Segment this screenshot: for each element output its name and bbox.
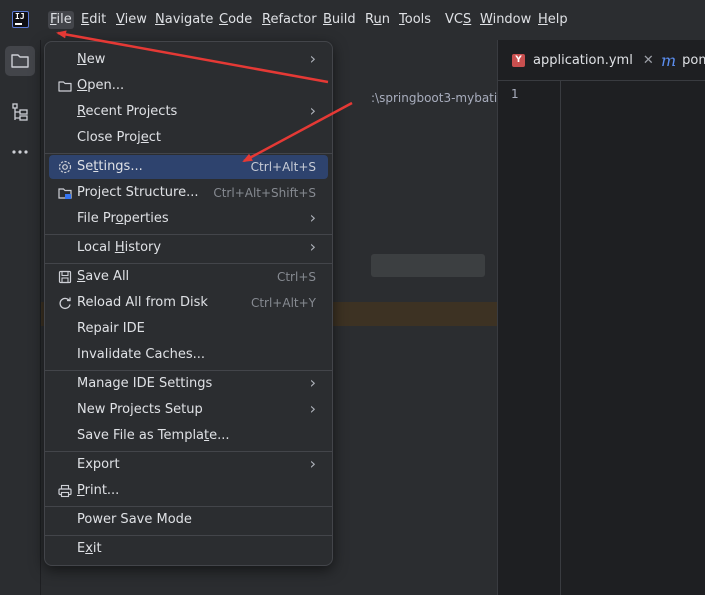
menu-item-print[interactable]: Print... — [49, 479, 328, 503]
menu-help[interactable]: Help — [538, 11, 568, 29]
menu-item-label: Reload All from Disk — [77, 295, 208, 310]
menu-item-exit[interactable]: Exit — [49, 537, 328, 561]
editor-gutter-divider — [560, 81, 561, 595]
menu-run[interactable]: Run — [365, 11, 390, 29]
menu-separator — [45, 370, 332, 371]
editor-tab-bar: Y application.yml ✕ m pom — [497, 40, 705, 81]
chevron-right-icon: › — [309, 237, 316, 256]
more-horizontal-icon — [12, 150, 28, 154]
folder-icon — [58, 81, 72, 92]
menu-item-label: Exit — [77, 541, 102, 556]
menu-separator — [45, 451, 332, 452]
menu-separator — [45, 506, 332, 507]
chevron-right-icon: › — [309, 101, 316, 120]
menu-navigate[interactable]: Navigate — [155, 11, 213, 29]
menu-item-project-structure[interactable]: Project Structure... Ctrl+Alt+Shift+S — [49, 181, 328, 205]
menu-item-shortcut: Ctrl+S — [276, 270, 316, 284]
project-tree-row[interactable] — [371, 254, 485, 277]
tab-application-yml[interactable]: Y application.yml ✕ — [512, 40, 654, 81]
chevron-right-icon: › — [309, 454, 316, 473]
chevron-right-icon: › — [309, 49, 316, 68]
tab-label: application.yml — [533, 53, 633, 68]
menu-separator — [45, 234, 332, 235]
chevron-right-icon: › — [309, 373, 316, 392]
menu-view[interactable]: View — [116, 11, 147, 29]
folder-icon — [11, 54, 29, 68]
menu-file[interactable]: File — [48, 11, 74, 29]
menu-item-reload-all-from-disk[interactable]: Reload All from Disk Ctrl+Alt+Y — [49, 291, 328, 315]
reload-icon — [59, 297, 71, 310]
menu-item-label: Repair IDE — [77, 321, 145, 336]
menu-item-close-project[interactable]: Close Project — [49, 126, 328, 150]
menu-item-label: New — [77, 52, 106, 67]
close-icon[interactable]: ✕ — [643, 53, 654, 68]
menu-item-label: Settings... — [77, 159, 143, 174]
line-number: 1 — [511, 87, 519, 101]
menu-item-settings[interactable]: Settings... Ctrl+Alt+S — [49, 155, 328, 179]
menu-item-label: Open... — [77, 78, 125, 93]
menu-item-shortcut: Ctrl+Alt+Y — [250, 296, 316, 310]
menu-item-power-save-mode[interactable]: Power Save Mode — [49, 508, 328, 532]
yaml-file-icon: Y — [512, 54, 525, 67]
menu-item-manage-ide-settings[interactable]: Manage IDE Settings › — [49, 372, 328, 396]
menu-item-file-properties[interactable]: File Properties › — [49, 207, 328, 231]
tab-pom[interactable]: m pom — [661, 40, 705, 81]
more-tools-button[interactable] — [5, 137, 35, 167]
menu-item-label: Local History — [77, 240, 162, 255]
menu-refactor[interactable]: Refactor — [262, 11, 317, 29]
menu-item-export[interactable]: Export › — [49, 453, 328, 477]
menu-separator — [45, 263, 332, 264]
menu-item-label: Export — [77, 457, 120, 472]
chevron-right-icon: › — [309, 208, 316, 227]
menu-item-save-file-as-template[interactable]: Save File as Template... — [49, 424, 328, 448]
menu-tools[interactable]: Tools — [399, 11, 431, 29]
structure-tool-button[interactable] — [5, 97, 35, 127]
menu-window[interactable]: Window — [480, 11, 531, 29]
save-icon — [58, 270, 72, 284]
code-editor[interactable] — [497, 81, 705, 595]
menu-item-open[interactable]: Open... — [49, 74, 328, 98]
tab-label: pom — [682, 53, 705, 68]
menu-item-label: Recent Projects — [77, 104, 178, 119]
file-menu-dropdown: New › Open... Recent Projects › Close Project… — [44, 41, 333, 566]
menu-item-local-history[interactable]: Local History › — [49, 236, 328, 260]
chevron-right-icon: › — [309, 399, 316, 418]
project-tool-button[interactable] — [5, 46, 35, 76]
menu-item-label: Power Save Mode — [77, 512, 192, 527]
menu-item-label: Manage IDE Settings — [77, 376, 213, 391]
print-icon — [58, 484, 72, 498]
menu-item-label: Close Project — [77, 130, 162, 145]
menu-item-label: Invalidate Caches... — [77, 347, 206, 362]
menu-vcs[interactable]: VCS — [445, 11, 471, 29]
menu-item-label: Save All — [77, 269, 130, 284]
gear-icon — [58, 160, 72, 174]
structure-icon — [12, 103, 28, 121]
menu-item-shortcut: Ctrl+Alt+Shift+S — [213, 186, 316, 200]
menu-item-label: New Projects Setup — [77, 402, 203, 417]
menu-code[interactable]: Code — [219, 11, 252, 29]
menu-item-label: File Properties — [77, 211, 169, 226]
menu-item-repair-ide[interactable]: Repair IDE — [49, 317, 328, 341]
menu-item-label: Print... — [77, 483, 120, 498]
maven-m-icon: m — [661, 51, 677, 70]
intellij-logo-icon[interactable]: IJ — [12, 11, 29, 28]
menu-separator — [45, 535, 332, 536]
menu-item-shortcut: Ctrl+Alt+S — [250, 160, 316, 174]
menu-separator — [45, 153, 332, 154]
tool-window-strip — [0, 40, 41, 595]
menu-item-invalidate-caches[interactable]: Invalidate Caches... — [49, 343, 328, 367]
main-menubar: IJ File Edit View Navigate Code Refactor Build… — [0, 0, 705, 40]
menu-item-save-all[interactable]: Save All Ctrl+S — [49, 265, 328, 289]
menu-build[interactable]: Build — [323, 11, 356, 29]
menu-item-new-projects-setup[interactable]: New Projects Setup › — [49, 398, 328, 422]
menu-item-label: Save File as Template... — [77, 428, 230, 443]
project-structure-icon — [58, 188, 72, 199]
menu-item-recent-projects[interactable]: Recent Projects › — [49, 100, 328, 124]
menu-item-new[interactable]: New › — [49, 48, 328, 72]
menu-edit[interactable]: Edit — [81, 11, 106, 29]
menu-item-label: Project Structure... — [77, 185, 199, 200]
